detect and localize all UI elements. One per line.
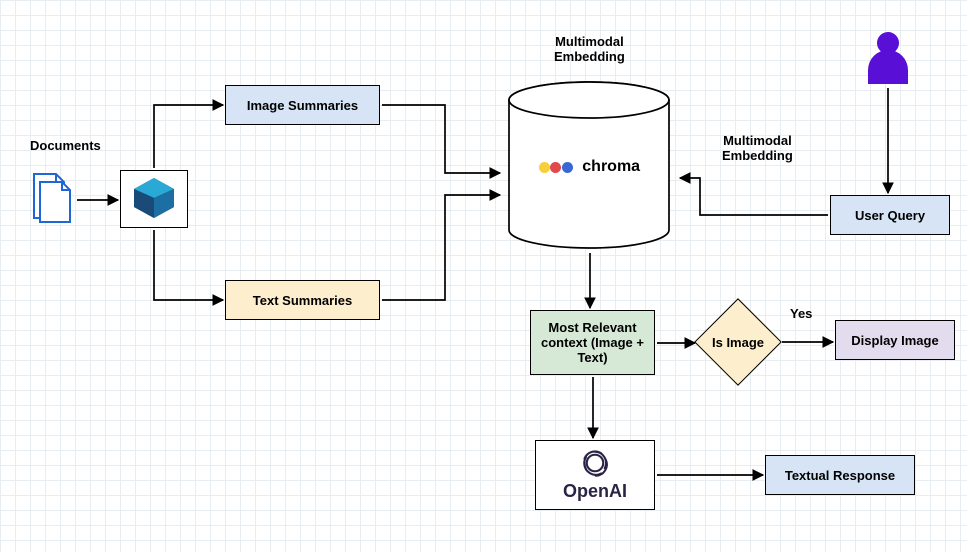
documents-icon	[30, 170, 75, 228]
yes-label: Yes	[790, 306, 812, 321]
multimodal-embedding-right-label: Multimodal Embedding	[722, 133, 793, 163]
processing-node	[120, 170, 188, 228]
most-relevant-label: Most Relevant context (Image + Text)	[535, 320, 650, 365]
image-summaries-node: Image Summaries	[225, 85, 380, 125]
textual-response-node: Textual Response	[765, 455, 915, 495]
chroma-node: chroma	[502, 80, 677, 255]
textual-response-label: Textual Response	[785, 468, 895, 483]
openai-node: OpenAI	[535, 440, 655, 510]
documents-label: Documents	[30, 138, 101, 153]
most-relevant-node: Most Relevant context (Image + Text)	[530, 310, 655, 375]
openai-label: OpenAI	[563, 481, 627, 502]
text-summaries-label: Text Summaries	[253, 293, 352, 308]
user-query-node: User Query	[830, 195, 950, 235]
user-query-label: User Query	[855, 208, 925, 223]
multimodal-embedding-top-label: Multimodal Embedding	[554, 34, 625, 64]
is-image-node: Is Image	[693, 312, 783, 372]
image-summaries-label: Image Summaries	[247, 98, 358, 113]
chroma-logo	[539, 158, 582, 175]
is-image-label: Is Image	[712, 335, 764, 350]
display-image-node: Display Image	[835, 320, 955, 360]
openai-logo	[580, 448, 610, 481]
chroma-label: chroma	[582, 158, 640, 175]
text-summaries-node: Text Summaries	[225, 280, 380, 320]
user-icon	[862, 28, 914, 89]
unstructured-logo	[129, 174, 179, 225]
display-image-label: Display Image	[851, 333, 938, 348]
